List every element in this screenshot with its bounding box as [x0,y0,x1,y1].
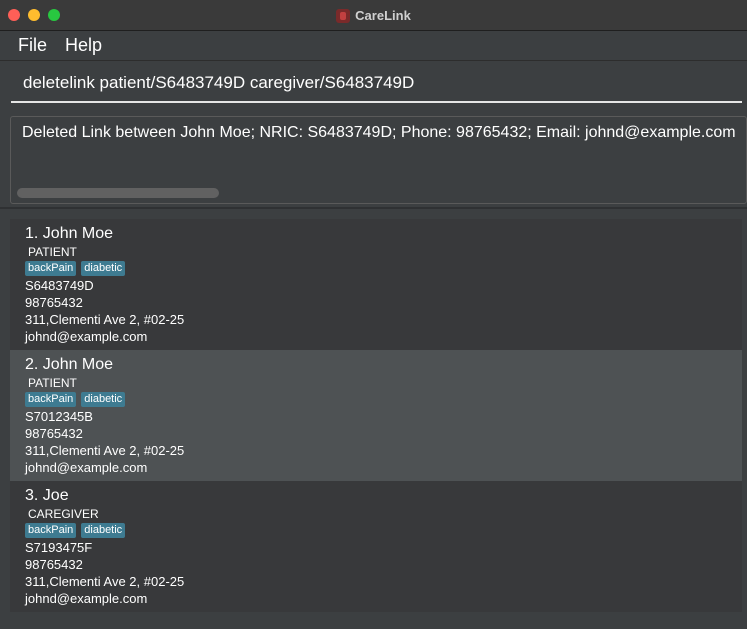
menu-bar: File Help [0,31,747,61]
person-address: 311,Clementi Ave 2, #02-25 [25,312,185,327]
person-role: CAREGIVER [28,507,99,521]
person-nric: S7193475F [25,540,93,555]
command-box [0,62,747,112]
tag-list: backPain diabetic [25,523,126,538]
person-card[interactable]: 1. John Moe PATIENT backPain diabetic S6… [10,219,742,350]
person-email: johnd@example.com [25,591,148,606]
person-list[interactable]: 1. John Moe PATIENT backPain diabetic S6… [10,219,742,612]
person-name: 3. Joe [25,487,69,504]
person-role: PATIENT [28,376,77,390]
person-email: johnd@example.com [25,460,148,475]
menu-help[interactable]: Help [56,35,111,56]
title-bar: CareLink [0,0,747,31]
person-name: 2. John Moe [25,356,114,373]
result-message: Deleted Link between John Moe; NRIC: S64… [22,124,736,141]
tag: diabetic [81,523,126,538]
tag-list: backPain diabetic [25,392,126,407]
horizontal-scrollbar[interactable] [17,188,219,198]
tag: diabetic [81,261,126,276]
tag: backPain [25,392,77,407]
tag: diabetic [81,392,126,407]
command-input[interactable] [11,65,742,103]
person-address: 311,Clementi Ave 2, #02-25 [25,574,185,589]
person-role: PATIENT [28,245,77,259]
person-phone: 98765432 [25,557,83,572]
tag: backPain [25,261,77,276]
person-nric: S7012345B [25,409,93,424]
person-list-area: 1. John Moe PATIENT backPain diabetic S6… [0,209,747,629]
tag-list: backPain diabetic [25,261,126,276]
person-address: 311,Clementi Ave 2, #02-25 [25,443,185,458]
window-title: CareLink [355,8,411,23]
result-display[interactable]: Deleted Link between John Moe; NRIC: S64… [10,116,747,204]
person-name: 1. John Moe [25,225,114,242]
person-card[interactable]: 2. John Moe PATIENT backPain diabetic S7… [10,350,742,481]
menu-file[interactable]: File [9,35,56,56]
app-logo-icon [336,8,351,23]
tag: backPain [25,523,77,538]
app-window: CareLink File Help Deleted Link between … [0,0,747,629]
person-phone: 98765432 [25,295,83,310]
person-nric: S6483749D [25,278,94,293]
title-group: CareLink [0,0,747,31]
person-card[interactable]: 3. Joe CAREGIVER backPain diabetic S7193… [10,481,742,612]
person-email: johnd@example.com [25,329,148,344]
person-phone: 98765432 [25,426,83,441]
